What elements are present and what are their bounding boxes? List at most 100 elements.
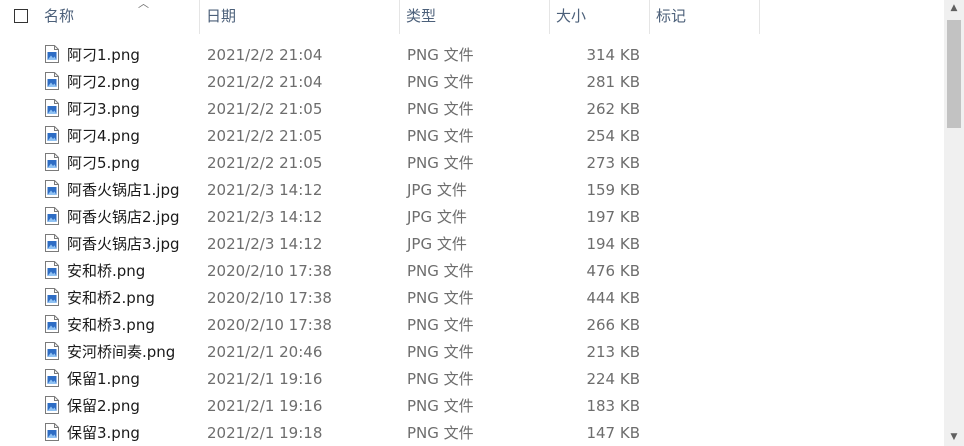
file-row[interactable]: 安河桥间奏.png 2021/2/1 20:46 PNG 文件 213 KB — [0, 339, 944, 366]
file-name: 阿刁2.png — [67, 73, 140, 91]
file-type: PNG 文件 — [407, 343, 474, 361]
file-name: 阿刁1.png — [67, 46, 140, 64]
file-size: 224 KB — [586, 370, 640, 388]
image-file-icon — [45, 423, 59, 441]
column-header-tags-label: 标记 — [656, 7, 687, 25]
image-file-icon — [45, 234, 59, 252]
file-type: JPG 文件 — [407, 235, 467, 253]
file-size: 476 KB — [586, 262, 640, 280]
image-file-icon — [45, 72, 59, 90]
file-size: 314 KB — [586, 46, 640, 64]
file-row[interactable]: 安和桥.png 2020/2/10 17:38 PNG 文件 476 KB — [0, 258, 944, 285]
file-name: 保留1.png — [67, 370, 140, 388]
file-row[interactable]: 保留2.png 2021/2/1 19:16 PNG 文件 183 KB — [0, 393, 944, 420]
file-name: 阿香火锅店2.jpg — [67, 208, 180, 226]
file-row[interactable]: 阿刁3.png 2021/2/2 21:05 PNG 文件 262 KB — [0, 96, 944, 123]
file-date: 2020/2/10 17:38 — [207, 289, 332, 307]
file-type: PNG 文件 — [407, 127, 474, 145]
file-date: 2021/2/1 19:16 — [207, 370, 323, 388]
file-row[interactable]: 阿刁1.png 2021/2/2 21:04 PNG 文件 314 KB — [0, 42, 944, 69]
file-row[interactable]: 阿香火锅店3.jpg 2021/2/3 14:12 JPG 文件 194 KB — [0, 231, 944, 258]
file-name: 阿刁3.png — [67, 100, 140, 118]
file-row[interactable]: 阿香火锅店2.jpg 2021/2/3 14:12 JPG 文件 197 KB — [0, 204, 944, 231]
image-file-icon — [45, 369, 59, 387]
image-file-icon — [45, 153, 59, 171]
file-type: PNG 文件 — [407, 289, 474, 307]
image-file-icon — [45, 126, 59, 144]
file-name: 阿香火锅店3.jpg — [67, 235, 180, 253]
column-header-type[interactable]: 类型 — [400, 0, 550, 34]
file-date: 2020/2/10 17:38 — [207, 262, 332, 280]
file-name: 安和桥2.png — [67, 289, 155, 307]
column-header-name[interactable]: ︿ 名称 — [38, 0, 200, 34]
file-type: PNG 文件 — [407, 73, 474, 91]
file-date: 2021/2/3 14:12 — [207, 235, 323, 253]
file-size: 444 KB — [586, 289, 640, 307]
file-row[interactable]: 阿刁4.png 2021/2/2 21:05 PNG 文件 254 KB — [0, 123, 944, 150]
file-size: 262 KB — [586, 100, 640, 118]
file-type: PNG 文件 — [407, 370, 474, 388]
image-file-icon — [45, 45, 59, 63]
file-type: PNG 文件 — [407, 154, 474, 172]
file-name: 阿刁4.png — [67, 127, 140, 145]
file-list: 阿刁1.png 2021/2/2 21:04 PNG 文件 314 KB 阿刁2.png… — [0, 42, 944, 446]
file-size: 213 KB — [586, 343, 640, 361]
file-row[interactable]: 保留3.png 2021/2/1 19:18 PNG 文件 147 KB — [0, 420, 944, 446]
file-date: 2021/2/2 21:04 — [207, 46, 323, 64]
image-file-icon — [45, 99, 59, 117]
file-date: 2021/2/3 14:12 — [207, 208, 323, 226]
file-explorer: ︿ 名称 日期 类型 大小 标记 阿刁1.png 2021/2/2 21:04 PN… — [0, 0, 964, 446]
chevron-up-icon: ︿ — [138, 0, 149, 10]
column-header-type-label: 类型 — [406, 7, 437, 25]
file-size: 159 KB — [586, 181, 640, 199]
column-header-row: ︿ 名称 日期 类型 大小 标记 — [0, 0, 944, 34]
image-file-icon — [45, 315, 59, 333]
file-row[interactable]: 阿香火锅店1.jpg 2021/2/3 14:12 JPG 文件 159 KB — [0, 177, 944, 204]
file-size: 281 KB — [586, 73, 640, 91]
file-date: 2021/2/3 14:12 — [207, 181, 323, 199]
file-row[interactable]: 安和桥3.png 2020/2/10 17:38 PNG 文件 266 KB — [0, 312, 944, 339]
file-date: 2021/2/2 21:05 — [207, 154, 323, 172]
file-size: 266 KB — [586, 316, 640, 334]
file-size: 183 KB — [586, 397, 640, 415]
file-type: PNG 文件 — [407, 46, 474, 64]
file-size: 197 KB — [586, 208, 640, 226]
scroll-thumb[interactable] — [947, 20, 961, 128]
column-header-date-label: 日期 — [206, 7, 237, 25]
file-date: 2020/2/10 17:38 — [207, 316, 332, 334]
scroll-down-arrow-icon[interactable]: ▼ — [944, 429, 964, 446]
file-size: 254 KB — [586, 127, 640, 145]
file-type: PNG 文件 — [407, 262, 474, 280]
file-row[interactable]: 安和桥2.png 2020/2/10 17:38 PNG 文件 444 KB — [0, 285, 944, 312]
column-header-date[interactable]: 日期 — [200, 0, 400, 34]
image-file-icon — [45, 261, 59, 279]
file-type: PNG 文件 — [407, 424, 474, 442]
image-file-icon — [45, 207, 59, 225]
image-file-icon — [45, 396, 59, 414]
file-row[interactable]: 保留1.png 2021/2/1 19:16 PNG 文件 224 KB — [0, 366, 944, 393]
column-header-size[interactable]: 大小 — [550, 0, 650, 34]
select-all-checkbox[interactable] — [14, 9, 28, 23]
file-size: 147 KB — [586, 424, 640, 442]
image-file-icon — [45, 180, 59, 198]
file-type: PNG 文件 — [407, 100, 474, 118]
file-name: 保留3.png — [67, 424, 140, 442]
image-file-icon — [45, 288, 59, 306]
file-name: 安河桥间奏.png — [67, 343, 176, 361]
file-name: 安和桥3.png — [67, 316, 155, 334]
file-date: 2021/2/1 19:18 — [207, 424, 323, 442]
file-type: JPG 文件 — [407, 208, 467, 226]
file-row[interactable]: 阿刁5.png 2021/2/2 21:05 PNG 文件 273 KB — [0, 150, 944, 177]
file-row[interactable]: 阿刁2.png 2021/2/2 21:04 PNG 文件 281 KB — [0, 69, 944, 96]
file-size: 194 KB — [586, 235, 640, 253]
file-name: 安和桥.png — [67, 262, 146, 280]
column-header-size-label: 大小 — [556, 7, 587, 25]
column-header-tags[interactable]: 标记 — [650, 0, 760, 34]
file-name: 阿香火锅店1.jpg — [67, 181, 180, 199]
image-file-icon — [45, 342, 59, 360]
vertical-scrollbar[interactable]: ▲ ▼ — [944, 0, 964, 446]
file-type: PNG 文件 — [407, 397, 474, 415]
file-date: 2021/2/2 21:05 — [207, 100, 323, 118]
file-type: PNG 文件 — [407, 316, 474, 334]
scroll-up-arrow-icon[interactable]: ▲ — [944, 0, 964, 17]
